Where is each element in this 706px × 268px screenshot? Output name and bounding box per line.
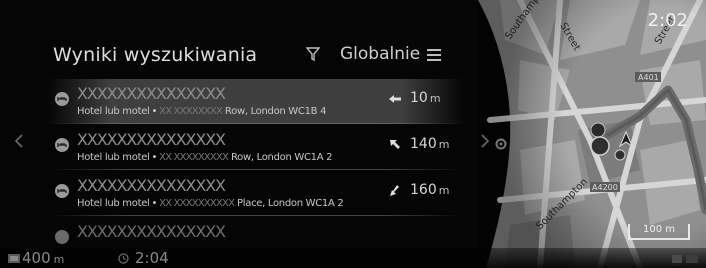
remaining-distance: 400 m [22,249,65,267]
arrow-down-left-icon [390,185,399,196]
result-row[interactable]: XXXXXXXXXXXXXXX Hotel lub motel • XX XXXXX… [48,171,464,216]
remaining-time: 2:04 [135,249,169,267]
page-title: Wyniki wyszukiwania [53,44,258,66]
result-distance: 140 m [410,136,450,152]
result-row[interactable]: XXXXXXXXXXXXXXX Hotel lub motel • XX XXXXX… [48,125,464,170]
result-detail: Hotel lub motel • XX XXXXXXXXX Row, London… [77,152,333,163]
result-detail: Hotel lub motel • XX XXXXXXXXXX Place, Lon… [77,198,344,209]
result-address: Row, London WC1A 2 [230,152,333,163]
result-address-masked: XX XXXXXXXX [159,106,223,117]
navigation-screen: Southampton Row Street Street Southampto… [0,0,706,268]
result-distance: 160 m [410,182,450,198]
gear-icon[interactable] [494,137,508,151]
arrow-left-icon [389,95,401,103]
result-name: XXXXXXXXXXXXXXX [77,176,226,195]
status-icons [672,255,698,263]
hotel-icon [55,92,69,106]
result-category: Hotel lub motel [77,152,150,163]
result-address: Place, London WC1A 2 [237,198,344,209]
flag-icon [8,254,20,263]
result-address: Row, London WC1B 4 [224,106,327,117]
result-category: Hotel lub motel [77,198,150,209]
filter-icon[interactable] [306,47,320,61]
search-scope-button[interactable]: Globalnie [340,44,420,64]
clock-icon [118,253,129,264]
result-row[interactable]: XXXXXXXXXXXXXXX Hotel lub motel • XX XXXXX… [48,79,464,124]
result-name: XXXXXXXXXXXXXXX [77,84,226,103]
result-name: XXXXXXXXXXXXXXX [77,130,226,149]
arrow-up-left-icon [390,140,400,149]
result-distance: 10 m [410,90,441,106]
result-address-masked: XX XXXXXXXXX [159,152,229,163]
clock: 2:02 [647,10,688,31]
map-scale: 100 m [628,224,690,240]
search-results-panel: Wyniki wyszukiwania Globalnie XXXXXXXXXX… [0,0,507,268]
result-detail: Hotel lub motel • XX XXXXXXXX Row, London … [77,106,327,117]
next-page-icon[interactable] [480,134,490,148]
result-row[interactable]: XXXXXXXXXXXXXXX [48,217,464,247]
result-category: Hotel lub motel [77,106,150,117]
hotel-icon [55,138,69,152]
list-view-icon[interactable] [427,49,441,61]
result-address-masked: XX XXXXXXXXXX [159,198,235,209]
status-bar [0,248,706,268]
previous-page-icon[interactable] [14,134,24,148]
hotel-icon [55,230,69,244]
result-name: XXXXXXXXXXXXXXX [77,222,226,241]
hotel-icon [55,184,69,198]
